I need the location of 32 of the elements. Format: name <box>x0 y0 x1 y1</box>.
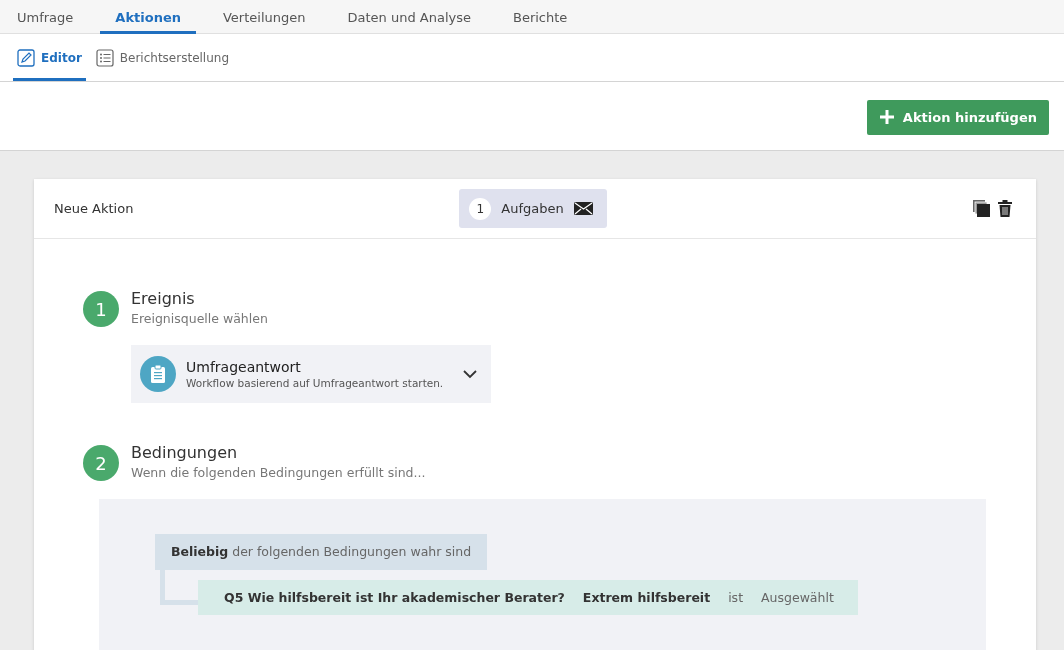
copy-icon[interactable] <box>973 200 990 217</box>
step-title: Ereignis <box>131 289 196 308</box>
step-subtitle: Ereignisquelle wählen <box>131 311 268 326</box>
condition-group-label[interactable]: Beliebig der folgenden Bedingungen wahr sind <box>155 534 488 570</box>
condition-value: Ausgewählt <box>761 590 834 605</box>
pencil-icon <box>17 48 35 67</box>
action-title: Neue Aktion <box>54 201 135 216</box>
nav-tab[interactable]: Umfrage <box>17 0 89 34</box>
condition-choice: Extrem hilfsbereit <box>582 590 711 605</box>
condition-row[interactable]: Q5 Wie hilfsbereit ist Ihr akademischer Berater? Extrem hilfsbereit ist Ausgewählt <box>198 580 858 615</box>
trash-icon[interactable] <box>998 200 1012 217</box>
add-action-button[interactable]: Aktion hinzufügen <box>866 99 1049 135</box>
envelope-icon <box>573 202 593 215</box>
condition-question: Q5 Wie hilfsbereit ist Ihr akademischer Berater? <box>224 590 565 605</box>
step-number: 2 <box>83 445 119 481</box>
tasks-button[interactable]: 1 Aufgaben <box>459 189 607 228</box>
clipboard-icon <box>140 356 176 392</box>
nav-tab[interactable]: Berichte <box>497 0 583 34</box>
chevron-down-icon <box>463 369 477 379</box>
event-title: Umfrageantwort <box>186 359 302 375</box>
nav-tab[interactable]: Verteilungen <box>207 0 321 34</box>
event-description: Workflow basierend auf Umfrageantwort starten. <box>186 377 445 389</box>
task-count: 1 <box>469 197 492 220</box>
step-number: 1 <box>83 291 119 327</box>
condition-operator: ist <box>728 590 744 605</box>
sub-tab[interactable]: Berichtserstellung <box>91 34 233 81</box>
list-icon <box>95 48 114 67</box>
plus-icon <box>878 109 895 125</box>
event-source-dropdown[interactable]: Umfrageantwort Workflow basierend auf Umfrageantwort starten. <box>131 345 491 403</box>
step-title: Bedingungen <box>131 443 239 462</box>
nav-tab[interactable]: Daten und Analyse <box>332 0 486 34</box>
step-subtitle: Wenn die folgenden Bedingungen erfüllt sind... <box>131 465 426 480</box>
